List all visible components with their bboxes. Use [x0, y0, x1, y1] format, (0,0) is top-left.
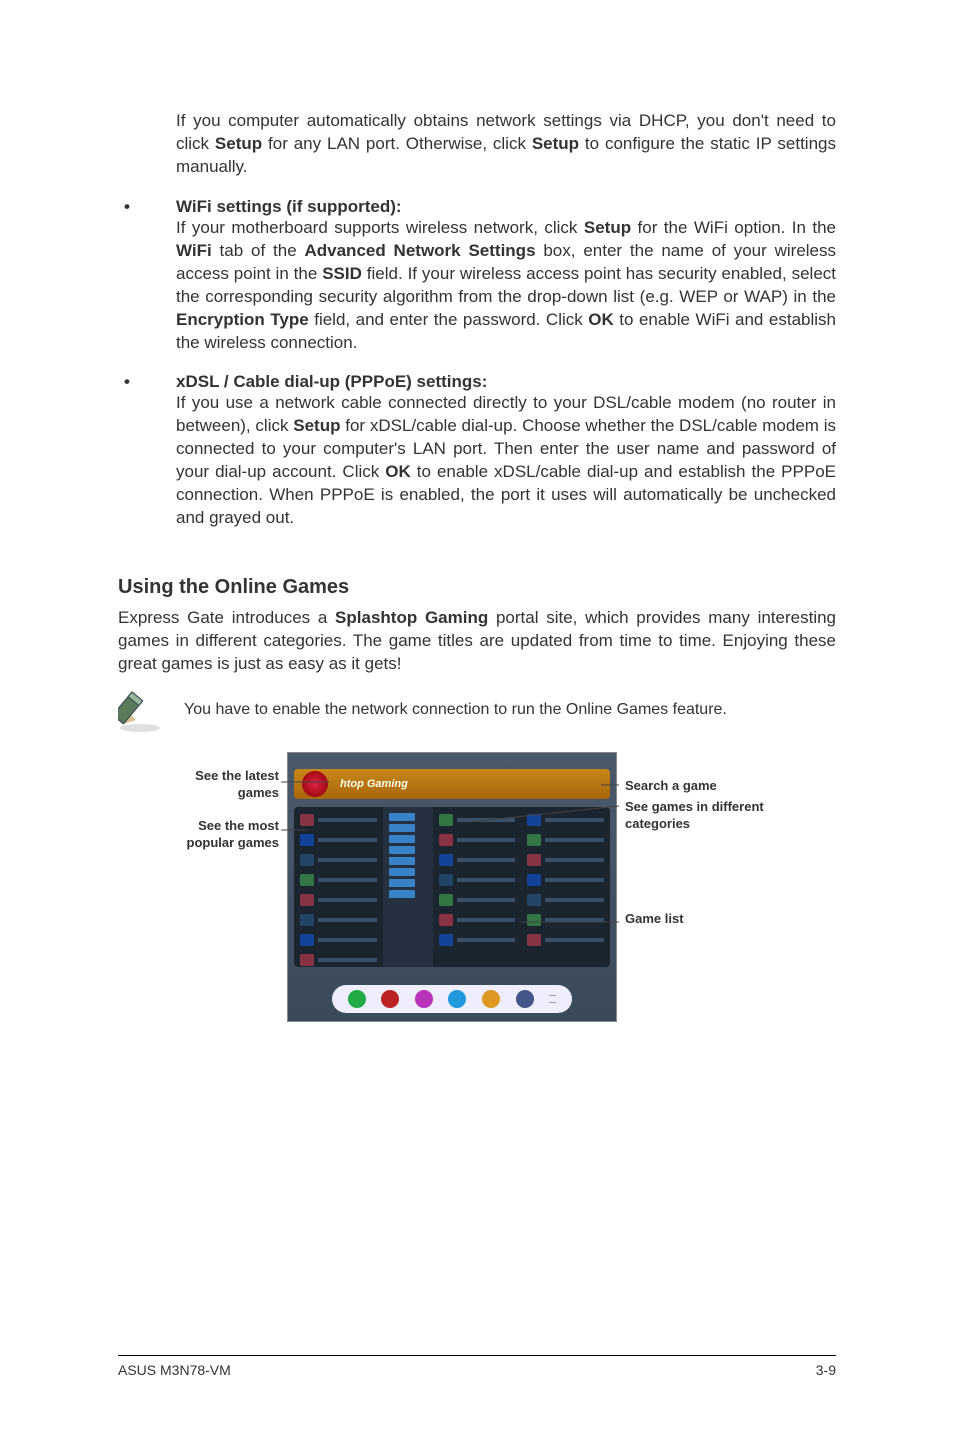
text: tab of the	[212, 241, 305, 260]
label-popular-games: See the most popular games	[159, 818, 279, 852]
panel-col-right	[521, 807, 610, 967]
wifi-bullet-row: • WiFi settings (if supported): If your …	[118, 197, 836, 373]
footer-left: ASUS M3N78-VM	[118, 1362, 231, 1378]
label-latest-games: See the latest games	[159, 768, 279, 802]
xdsl-bullet-row: • xDSL / Cable dial-up (PPPoE) settings:…	[118, 372, 836, 548]
panel-col-mid2	[433, 807, 522, 967]
bold: Setup	[215, 134, 262, 153]
wifi-heading: WiFi settings (if supported):	[176, 197, 836, 217]
bold: Encryption Type	[176, 310, 309, 329]
footer-right: 3-9	[816, 1362, 836, 1378]
xdsl-heading: xDSL / Cable dial-up (PPPoE) settings:	[176, 372, 836, 392]
screenshot-banner: htop Gaming	[294, 769, 610, 799]
pencil-icon	[118, 686, 182, 734]
screenshot-panel	[294, 807, 610, 967]
bold: Splashtop Gaming	[335, 608, 488, 627]
screenshot-dock: ⎯⎯⎯⎯	[332, 985, 572, 1013]
text: for the WiFi option. In the	[631, 218, 836, 237]
bold: Setup	[532, 134, 579, 153]
dock-icon	[448, 990, 466, 1008]
labels-left: See the latest games See the most popula…	[159, 752, 279, 852]
games-heading: Using the Online Games	[118, 576, 836, 599]
dhcp-paragraph: If you computer automatically obtains ne…	[118, 110, 836, 179]
dock-icon	[381, 990, 399, 1008]
wifi-paragraph: If your motherboard supports wireless ne…	[176, 217, 836, 355]
text: field, and enter the password. Click	[309, 310, 589, 329]
note-text: You have to enable the network connectio…	[184, 701, 727, 719]
figure-area: See the latest games See the most popula…	[118, 752, 836, 1022]
games-paragraph: Express Gate introduces a Splashtop Gami…	[118, 607, 836, 676]
bold: SSID	[322, 264, 362, 283]
label-search-game: Search a game	[625, 778, 795, 795]
panel-col-mid	[383, 807, 433, 967]
bold: Setup	[293, 416, 340, 435]
label-categories: See games in different categories	[625, 799, 795, 833]
dock-icon	[348, 990, 366, 1008]
bold: OK	[385, 462, 411, 481]
bullet-dot: •	[118, 197, 176, 373]
bullet-dot: •	[118, 372, 176, 548]
xdsl-paragraph: If you use a network cable connected dir…	[176, 392, 836, 530]
note-row: You have to enable the network connectio…	[118, 686, 836, 734]
dock-icon	[415, 990, 433, 1008]
label-game-list: Game list	[625, 911, 795, 928]
bold: Advanced Network Settings	[304, 241, 535, 260]
text: Express Gate introduces a	[118, 608, 335, 627]
labels-right: Search a game See games in different cat…	[625, 752, 795, 928]
dock-icon	[516, 990, 534, 1008]
bold: OK	[588, 310, 614, 329]
screenshot: htop Gaming	[287, 752, 617, 1022]
text: If your motherboard supports wireless ne…	[176, 218, 584, 237]
page-footer: ASUS M3N78-VM 3-9	[118, 1355, 836, 1378]
panel-col-left	[294, 807, 383, 967]
dock-clock: ⎯⎯⎯⎯	[549, 992, 556, 1006]
bold: Setup	[584, 218, 631, 237]
bold: WiFi	[176, 241, 212, 260]
dock-icon	[482, 990, 500, 1008]
text: for any LAN port. Otherwise, click	[262, 134, 532, 153]
banner-text: htop Gaming	[340, 778, 408, 790]
